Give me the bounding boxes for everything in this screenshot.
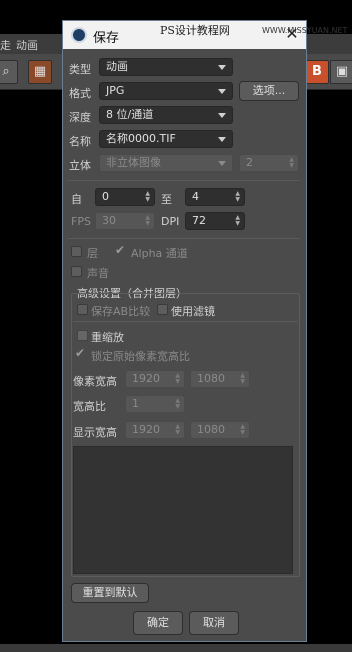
sound-label: 声音 (87, 267, 109, 280)
watermark-text: PS设计教程网 (160, 24, 230, 37)
ok-button[interactable]: 确定 (133, 611, 183, 635)
name-value: 名称0000.TIF (106, 132, 176, 145)
cinema4d-logo-icon (71, 27, 87, 43)
chevron-down-icon (218, 137, 226, 142)
spin-arrows-icon: ▲ ▼ (289, 156, 294, 169)
format-select[interactable]: JPG (99, 82, 233, 100)
depth-select[interactable]: 8 位/通道 (99, 106, 233, 124)
format-value: JPG (106, 84, 125, 97)
to-frame-field[interactable]: 4 ▲ ▼ (185, 188, 245, 206)
dpi-value: 72 (192, 214, 206, 227)
layers-label: 层 (87, 247, 98, 260)
to-frame-value: 4 (192, 190, 199, 203)
checkmark-icon[interactable]: ✔ (75, 346, 85, 360)
fps-value: 30 (102, 214, 116, 227)
spin-arrows-icon: ▲ ▼ (145, 214, 150, 227)
spin-arrows-icon: ▲ ▼ (235, 214, 240, 227)
aspect-label: 宽高比 (73, 400, 106, 413)
fps-label: FPS (71, 215, 91, 228)
from-frame-value: 0 (102, 190, 109, 203)
spin-arrows-icon: ▲ ▼ (240, 423, 245, 436)
stereo-value: 非立体图像 (106, 156, 161, 169)
preview-area (73, 446, 293, 574)
aspect-value: 1 (132, 397, 139, 410)
reset-defaults-button[interactable]: 重置到默认 (71, 583, 149, 603)
type-select[interactable]: 动画 (99, 58, 233, 76)
render-b-icon[interactable]: B (305, 60, 329, 84)
pixel-width-field[interactable]: 1920 ▲ ▼ (125, 370, 185, 388)
stereo-select[interactable]: 非立体图像 (99, 154, 233, 172)
separator (67, 238, 300, 239)
layers-checkbox[interactable] (71, 246, 82, 257)
spin-arrows-icon: ▲ ▼ (175, 423, 180, 436)
pixel-height-field[interactable]: 1080 ▲ ▼ (190, 370, 250, 388)
display-size-label: 显示宽高 (73, 426, 117, 439)
dialog-title: 保存 (93, 31, 120, 46)
options-button[interactable]: 选项... (239, 81, 299, 101)
pixel-height-value: 1080 (197, 372, 225, 385)
display-height-value: 1080 (197, 423, 225, 436)
lock-ratio-label: 锁定原始像素宽高比 (91, 350, 190, 363)
depth-label: 深度 (69, 111, 91, 124)
alpha-label: Alpha 通道 (131, 247, 188, 260)
separator (67, 180, 300, 181)
name-select[interactable]: 名称0000.TIF (99, 130, 233, 148)
display-height-field[interactable]: 1080 ▲ ▼ (190, 421, 250, 439)
keep-ab-label: 保存AB比较 (91, 305, 151, 318)
spin-arrows-icon: ▲ ▼ (240, 372, 245, 385)
display-width-value: 1920 (132, 423, 160, 436)
format-label: 格式 (69, 87, 91, 100)
pixel-size-label: 像素宽高 (73, 375, 117, 388)
from-frame-field[interactable]: 0 ▲ ▼ (95, 188, 155, 206)
stereo-count-value: 2 (246, 156, 253, 169)
rescale-checkbox[interactable] (77, 330, 88, 341)
render-icon[interactable]: ▦ (28, 60, 52, 84)
type-label: 类型 (69, 63, 91, 76)
chevron-down-icon (218, 113, 226, 118)
name-label: 名称 (69, 135, 91, 148)
magnifier-icon[interactable]: ⌕ (0, 60, 18, 84)
stereo-count-field[interactable]: 2 ▲ ▼ (239, 154, 299, 172)
chevron-down-icon (218, 65, 226, 70)
chevron-down-icon (218, 161, 226, 166)
dpi-field[interactable]: 72 ▲ ▼ (185, 212, 245, 230)
pixel-width-value: 1920 (132, 372, 160, 385)
dpi-label: DPI (161, 215, 180, 228)
cancel-button[interactable]: 取消 (189, 611, 239, 635)
use-filter-label: 使用滤镜 (171, 305, 215, 318)
chevron-down-icon (218, 89, 226, 94)
watermark-url: WWW.MISSYUAN.NET (262, 26, 348, 35)
use-filter-checkbox[interactable] (157, 304, 168, 315)
app-bottom-bar (0, 644, 352, 652)
keep-ab-checkbox[interactable] (77, 304, 88, 315)
from-label: 自 (71, 193, 82, 206)
fps-field[interactable]: 30 ▲ ▼ (95, 212, 155, 230)
stereo-label: 立体 (69, 159, 91, 172)
to-label: 至 (161, 193, 172, 206)
separator (73, 321, 298, 322)
display-width-field[interactable]: 1920 ▲ ▼ (125, 421, 185, 439)
sound-checkbox[interactable] (71, 266, 82, 277)
checkmark-icon[interactable]: ✔ (115, 243, 125, 257)
spin-arrows-icon: ▲ ▼ (175, 397, 180, 410)
depth-value: 8 位/通道 (106, 108, 154, 121)
aspect-field[interactable]: 1 ▲ ▼ (125, 395, 185, 413)
spin-arrows-icon: ▲ ▼ (175, 372, 180, 385)
menu-item-animation[interactable]: 动画 (16, 37, 38, 53)
save-dialog: 保存 ✕ 类型 动画 格式 JPG 选项... 深度 8 位/通道 名称 名称0… (62, 20, 307, 642)
rescale-label: 重缩放 (91, 331, 124, 344)
type-value: 动画 (106, 60, 128, 73)
spin-arrows-icon: ▲ ▼ (145, 190, 150, 203)
menu-item-partial[interactable]: 走 (0, 37, 11, 53)
spin-arrows-icon: ▲ ▼ (235, 190, 240, 203)
film-icon[interactable]: ▣ (330, 60, 352, 84)
